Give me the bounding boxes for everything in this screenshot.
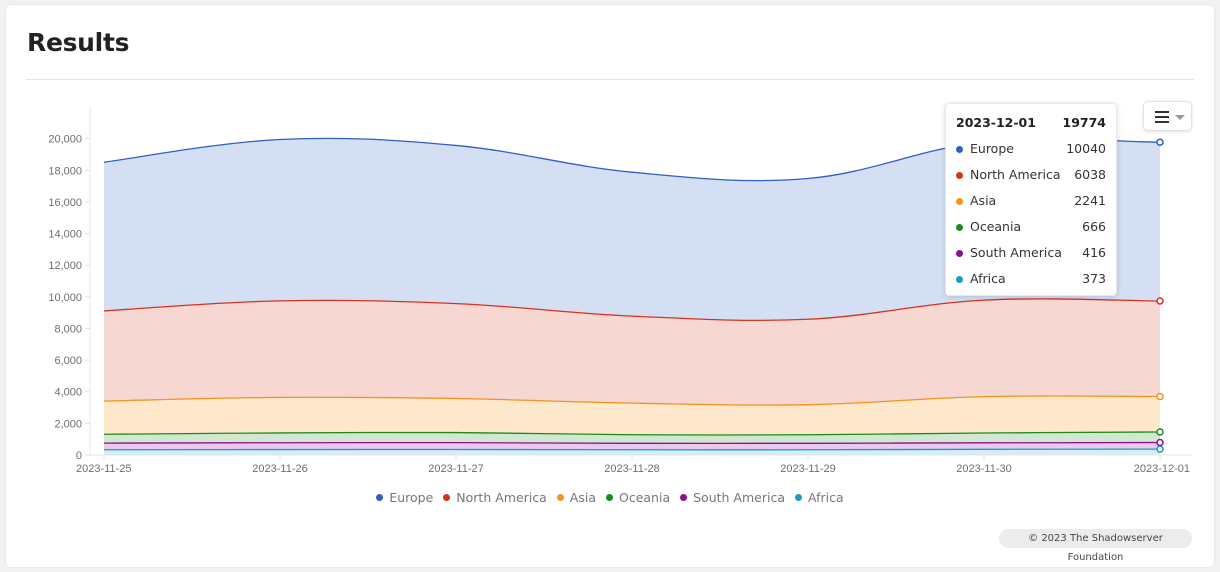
- y-tick-label: 16,000: [48, 197, 82, 209]
- tooltip-series-name: North America: [970, 167, 1061, 182]
- tooltip-series-value: 666: [1082, 219, 1106, 234]
- tooltip-row: Oceania 666: [956, 219, 1106, 237]
- tooltip-header: 2023-12-01 19774: [956, 115, 1106, 130]
- tooltip-series-name: Europe: [970, 141, 1014, 156]
- marker-oceania[interactable]: [1156, 428, 1164, 436]
- line-south-america: [103, 441, 1161, 445]
- y-tick-label: 18,000: [48, 165, 82, 177]
- legend-label: Europe: [389, 490, 434, 505]
- line-africa: [103, 448, 1161, 451]
- marker-europe[interactable]: [1156, 138, 1164, 146]
- tooltip-row: Asia 2241: [956, 193, 1106, 211]
- legend-item-asia[interactable]: Asia: [556, 490, 596, 505]
- tooltip-row: South America 416: [956, 245, 1106, 263]
- marker-africa[interactable]: [1156, 445, 1164, 453]
- legend-dot-icon: [556, 494, 564, 501]
- tooltip-series-name: Oceania: [970, 219, 1022, 234]
- y-tick-label: 6,000: [54, 355, 82, 367]
- series-dot-icon: [956, 276, 963, 283]
- x-tick-label: 2023-12-01: [1134, 463, 1190, 475]
- y-axis: 0 2,000 4,000 6,000 8,000 10,000 12,000 14,000 1…: [48, 107, 91, 462]
- chart-legend: Europe North America Asia Oceania South Amer…: [0, 490, 1220, 505]
- legend-label: Africa: [808, 490, 844, 505]
- tooltip-row: Africa 373: [956, 271, 1106, 289]
- legend-dot-icon: [376, 494, 384, 501]
- tooltip-series-name: Africa: [970, 271, 1006, 286]
- caret-down-icon: [1175, 115, 1185, 120]
- tooltip-row: North America 6038: [956, 167, 1106, 185]
- tooltip-series-value: 10040: [1066, 141, 1106, 156]
- legend-item-south-america[interactable]: South America: [680, 490, 785, 505]
- y-tick-label: 8,000: [54, 323, 82, 335]
- series-dot-icon: [956, 250, 963, 257]
- legend-label: North America: [456, 490, 547, 505]
- y-tick-label: 12,000: [48, 260, 82, 272]
- tooltip-row: Europe 10040: [956, 141, 1106, 159]
- hamburger-icon: [1155, 111, 1169, 126]
- legend-dot-icon: [606, 494, 613, 501]
- tooltip-series-name: Asia: [970, 193, 997, 208]
- legend-dot-icon: [795, 494, 802, 501]
- legend-item-oceania[interactable]: Oceania: [606, 490, 670, 505]
- tooltip-series-value: 6038: [1074, 167, 1106, 182]
- legend-label: South America: [693, 490, 785, 505]
- legend-label: Asia: [569, 490, 596, 505]
- tooltip-series-value: 416: [1082, 245, 1106, 260]
- series-dot-icon: [956, 146, 963, 153]
- tooltip-series-value: 373: [1082, 271, 1106, 286]
- marker-south-america[interactable]: [1156, 438, 1164, 447]
- x-tick-label: 2023-11-29: [780, 463, 835, 475]
- tooltip-series-name: South America: [970, 245, 1062, 260]
- x-tick-label: 2023-11-25: [76, 463, 131, 475]
- series-dot-icon: [956, 172, 963, 179]
- legend-label: Oceania: [619, 490, 671, 505]
- y-tick-label: 10,000: [48, 292, 82, 304]
- legend-dot-icon: [443, 494, 451, 501]
- copyright-credit: © 2023 The Shadowserver Foundation: [999, 529, 1192, 563]
- y-tick-label: 0: [76, 450, 82, 462]
- y-tick-label: 20,000: [48, 134, 82, 146]
- chart-menu-button[interactable]: [1143, 101, 1192, 131]
- series-dot-icon: [956, 198, 963, 205]
- legend-item-north-america[interactable]: North America: [443, 490, 547, 505]
- x-tick-label: 2023-11-26: [252, 463, 307, 475]
- tooltip-series-value: 2241: [1074, 193, 1106, 208]
- tooltip-date: 2023-12-01: [956, 115, 1036, 130]
- chart-tooltip: 2023-12-01 19774 Europe 10040 North Americ…: [945, 103, 1117, 296]
- y-tick-label: 4,000: [54, 387, 82, 399]
- series-dot-icon: [956, 224, 963, 231]
- x-tick-label: 2023-11-30: [956, 463, 1011, 475]
- marker-north-america[interactable]: [1156, 297, 1164, 305]
- x-tick-label: 2023-11-28: [604, 463, 659, 475]
- x-tick-label: 2023-11-27: [428, 463, 483, 475]
- legend-item-europe[interactable]: Europe: [376, 490, 433, 505]
- y-tick-label: 14,000: [48, 229, 82, 241]
- legend-dot-icon: [680, 494, 688, 501]
- y-tick-label: 2,000: [54, 418, 82, 430]
- tooltip-total: 19774: [1062, 115, 1107, 130]
- x-axis: 2023-11-25 2023-11-26 2023-11-27 2023-11-28…: [76, 454, 1192, 475]
- marker-asia[interactable]: [1156, 392, 1164, 401]
- legend-item-africa[interactable]: Africa: [795, 490, 844, 505]
